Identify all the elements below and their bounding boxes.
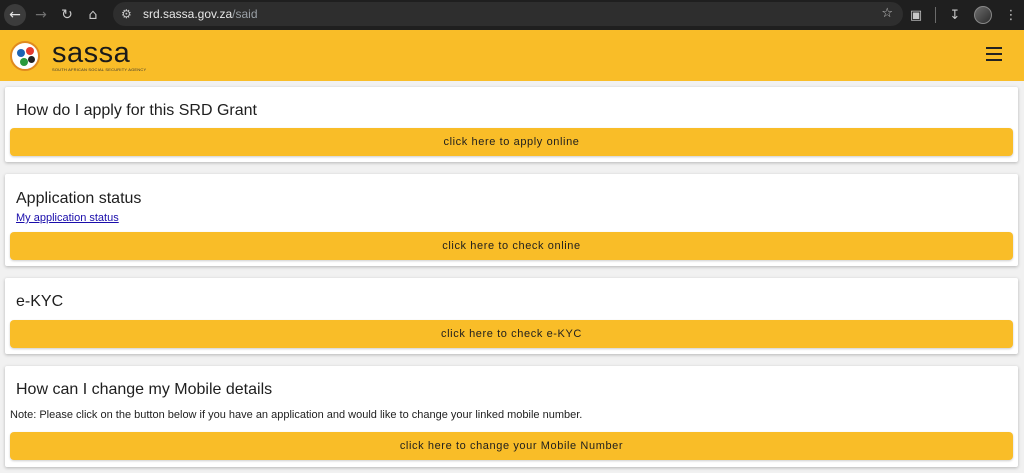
forward-icon[interactable]: →	[30, 4, 52, 26]
logo-word: sassa	[52, 36, 131, 69]
logo-subtitle: SOUTH AFRICAN SOCIAL SECURITY AGENCY	[52, 66, 147, 72]
more-icon[interactable]: ⋮	[998, 2, 1024, 28]
card-title: e-KYC	[16, 293, 64, 310]
check-online-button[interactable]: click here to check online	[10, 232, 1013, 260]
card-title: How can I change my Mobile details	[16, 381, 273, 398]
extensions-icon[interactable]: ▣	[903, 2, 929, 28]
hamburger-menu-icon[interactable]	[986, 47, 1002, 61]
logo-emblem-icon	[10, 40, 40, 71]
card-application-status: Application status My application status…	[5, 174, 1018, 266]
address-bar[interactable]: ⚙ srd.sassa.gov.za/said ☆	[113, 2, 903, 26]
check-ekyc-button[interactable]: click here to check e-KYC	[10, 320, 1013, 348]
apply-online-button[interactable]: click here to apply online	[10, 128, 1013, 156]
card-title: Application status	[16, 190, 142, 207]
sassa-logo[interactable]: sassa SOUTH AFRICAN SOCIAL SECURITY AGEN…	[10, 36, 147, 72]
mobile-change-note: Note: Please click on the button below i…	[10, 409, 583, 421]
back-icon[interactable]: ←	[4, 4, 26, 26]
profile-avatar[interactable]	[974, 6, 992, 24]
site-settings-icon[interactable]: ⚙	[121, 7, 139, 21]
my-application-status-link[interactable]: My application status	[16, 212, 119, 224]
home-icon[interactable]: ⌂	[82, 4, 104, 26]
site-header: sassa SOUTH AFRICAN SOCIAL SECURITY AGEN…	[0, 30, 1024, 81]
url-host: srd.sassa.gov.za	[143, 7, 233, 21]
browser-toolbar: ← → ↻ ⌂ ⚙ srd.sassa.gov.za/said ☆ ▣ ↧ ⋮	[0, 0, 1024, 30]
card-ekyc: e-KYC click here to check e-KYC	[5, 278, 1018, 354]
change-mobile-button[interactable]: click here to change your Mobile Number	[10, 432, 1013, 460]
url-path: /said	[232, 7, 258, 21]
card-title: How do I apply for this SRD Grant	[16, 102, 257, 119]
toolbar-divider	[935, 7, 936, 23]
reload-icon[interactable]: ↻	[56, 4, 78, 26]
download-icon[interactable]: ↧	[942, 2, 968, 28]
card-change-mobile: How can I change my Mobile details Note:…	[5, 366, 1018, 467]
card-apply: How do I apply for this SRD Grant click …	[5, 87, 1018, 162]
star-icon[interactable]: ☆	[881, 6, 893, 21]
